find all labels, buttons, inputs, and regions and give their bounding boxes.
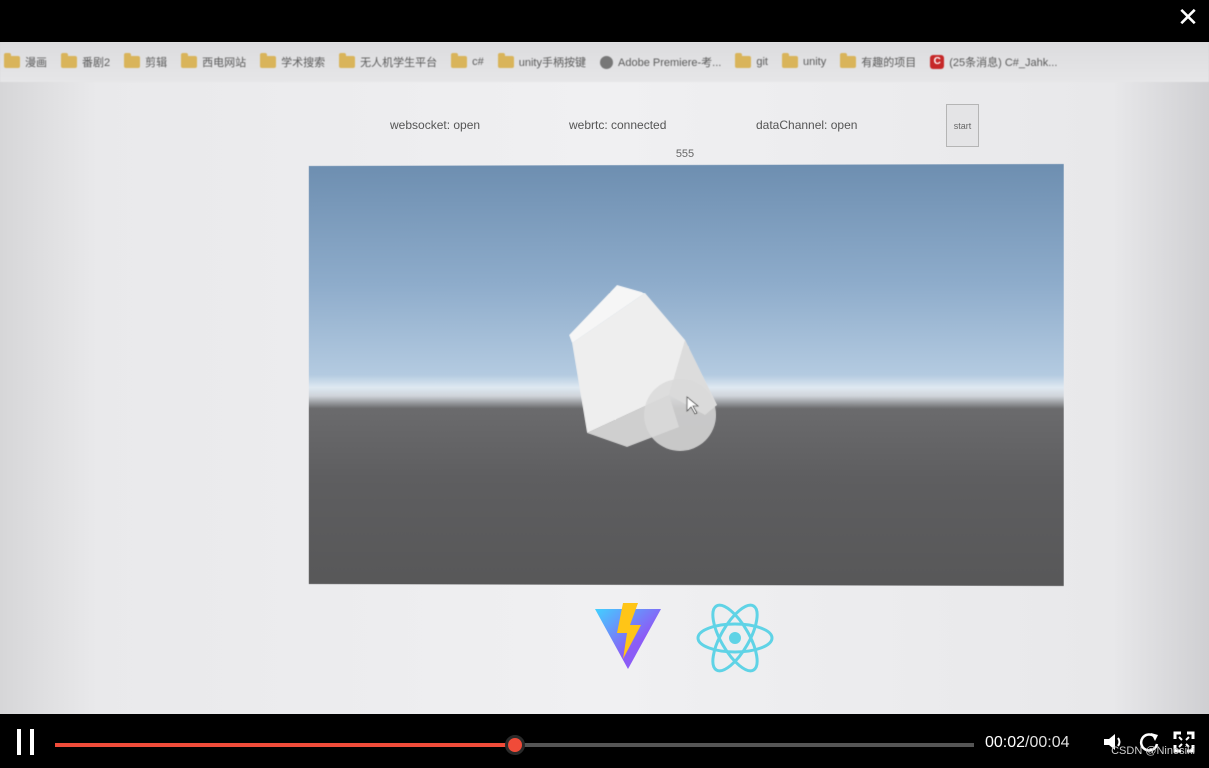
bookmark-item[interactable]: 番剧2 (61, 53, 111, 70)
close-button[interactable]: ✕ (1173, 2, 1203, 32)
bookmark-item[interactable]: 漫画 (4, 53, 47, 70)
pause-button[interactable] (16, 729, 38, 755)
bookmark-label: git (756, 56, 768, 68)
bookmark-item[interactable]: unity手柄按键 (497, 53, 586, 70)
logos (0, 597, 1209, 677)
bookmark-item[interactable]: 西电网站 (181, 53, 247, 70)
progress-fill (55, 743, 515, 747)
progress-handle[interactable] (504, 735, 525, 755)
watermark-text: CSDN @Ninosiki (1111, 745, 1195, 757)
bookmark-item[interactable]: C (25条消息) C#_Jahk... (930, 54, 1057, 70)
bookmark-item[interactable]: 剪辑 (124, 53, 168, 70)
bookmark-label: Adobe Premiere-考... (618, 57, 722, 69)
bookmark-item[interactable]: unity (781, 53, 827, 68)
bookmarks-bar: 漫画 番剧2 剪辑 西电网站 学术搜索 无人机学生平台 c# unity手柄按键 Adobe P… (0, 42, 1209, 82)
datachannel-status: dataChannel: open (756, 118, 858, 132)
bookmark-item[interactable]: Adobe Premiere-考... (600, 54, 721, 70)
webrtc-status: webrtc: connected (569, 118, 667, 132)
bookmark-label: 有趣的项目 (861, 57, 917, 69)
cube-object (570, 285, 717, 452)
pause-icon (17, 729, 21, 755)
bookmark-label: 学术搜索 (281, 57, 326, 69)
progress-bar[interactable] (55, 735, 974, 755)
current-time: 00:02 (985, 734, 1026, 751)
folder-icon (497, 53, 514, 68)
folder-icon (4, 53, 20, 68)
vite-logo-icon (595, 603, 661, 669)
bookmark-item[interactable]: 有趣的项目 (840, 53, 917, 70)
bookmark-item[interactable]: c# (451, 53, 484, 68)
folder-icon (840, 53, 857, 68)
video-viewer: ✕ 漫画 番剧2 剪辑 西电网站 学术搜索 无人机学生平台 c# unity手柄按键 Adobe… (0, 0, 1209, 768)
folder-icon (61, 53, 77, 68)
video-frame[interactable]: 漫画 番剧2 剪辑 西电网站 学术搜索 无人机学生平台 c# unity手柄按键 Adobe P… (0, 42, 1209, 714)
player-controls: 00:02/00:04 CSDN @Ninosiki (0, 714, 1209, 768)
folder-icon (181, 53, 198, 68)
bookmark-item[interactable]: 无人机学生平台 (339, 53, 438, 70)
bookmark-item[interactable]: git (735, 53, 768, 68)
bookmark-label: c# (472, 56, 484, 68)
site-icon (600, 55, 613, 69)
bookmark-label: unity手柄按键 (518, 57, 586, 69)
folder-icon (735, 53, 752, 68)
counter-text: 555 (675, 148, 695, 160)
bookmark-label: 西电网站 (202, 57, 247, 69)
bookmark-item[interactable]: 学术搜索 (260, 53, 326, 70)
time-display: 00:02/00:04 (985, 734, 1070, 752)
folder-icon (339, 53, 356, 68)
folder-icon (781, 53, 798, 68)
bookmark-label: 番剧2 (82, 57, 111, 69)
csdn-icon: C (930, 55, 945, 69)
bookmark-label: unity (802, 56, 827, 68)
websocket-status: websocket: open (390, 118, 481, 132)
folder-icon (260, 53, 277, 68)
folder-icon (124, 53, 141, 68)
duration: 00:04 (1029, 734, 1070, 751)
bookmark-label: (25条消息) C#_Jahk... (949, 57, 1058, 69)
pause-icon-bar (30, 729, 34, 755)
start-button[interactable]: start (946, 104, 979, 147)
folder-icon (451, 53, 468, 68)
bookmark-label: 剪辑 (145, 57, 168, 69)
bookmark-label: 无人机学生平台 (360, 57, 438, 69)
react-logo-icon (696, 603, 774, 673)
bookmark-label: 漫画 (25, 57, 47, 69)
unity-render-view[interactable] (308, 164, 1064, 586)
